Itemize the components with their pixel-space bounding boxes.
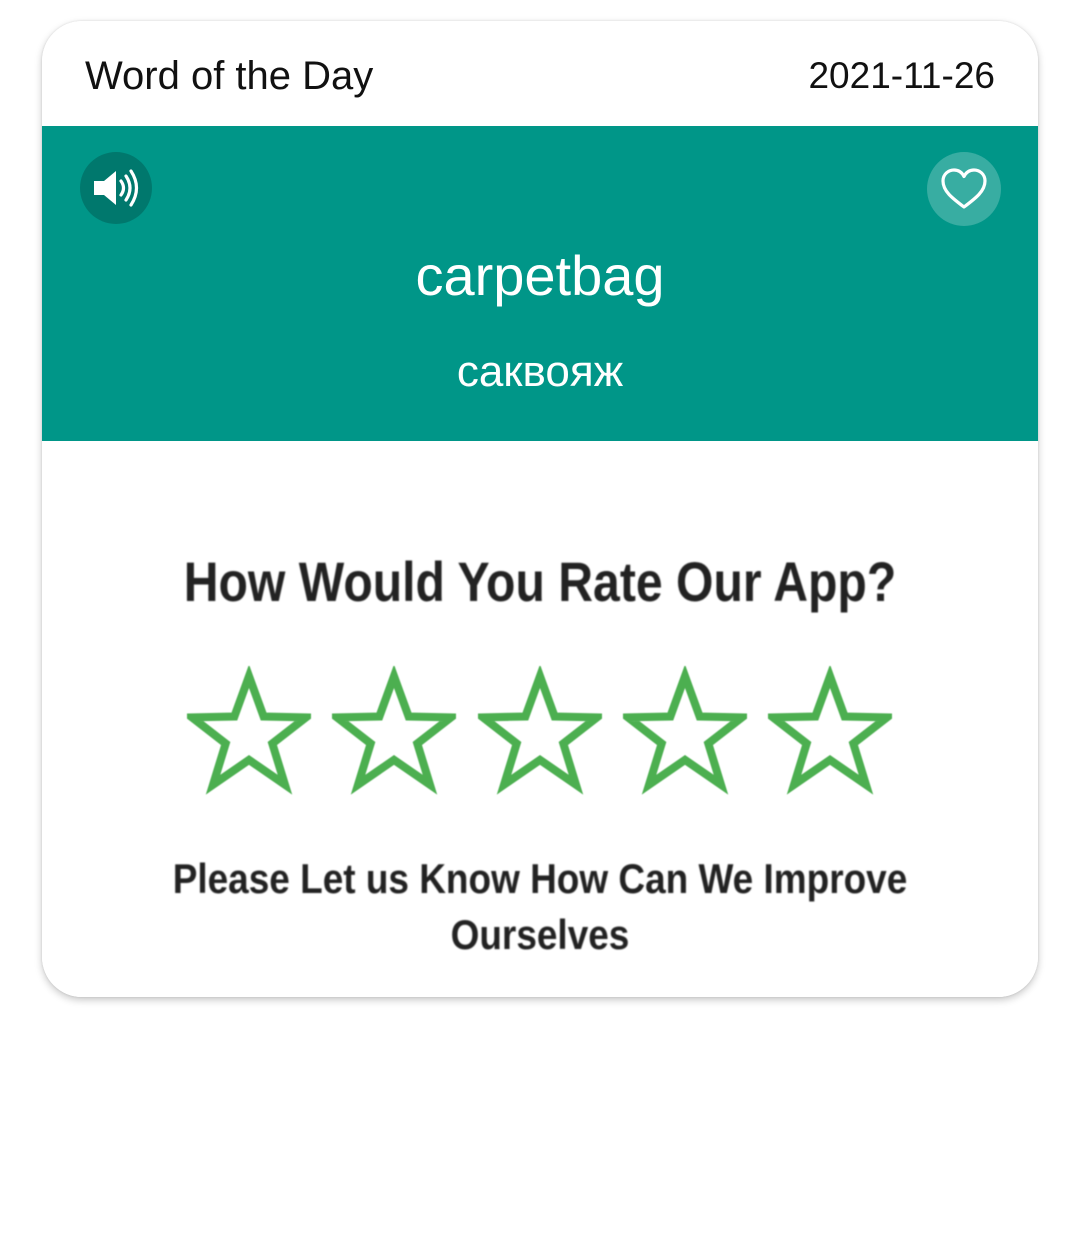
- word-panel: carpetbag саквояж: [42, 126, 1038, 441]
- star-icon-5[interactable]: [768, 666, 892, 798]
- heart-outline-icon: [941, 168, 987, 209]
- word-text: carpetbag: [415, 244, 665, 307]
- rate-app-banner[interactable]: How Would You Rate Our App? Please Let u…: [42, 441, 1038, 997]
- card-header: Word of the Day 2021-11-26: [42, 21, 1038, 126]
- play-sound-button[interactable]: [80, 152, 152, 224]
- star-icon-3[interactable]: [477, 666, 602, 798]
- rate-app-title: How Would You Rate Our App?: [183, 550, 897, 613]
- word-of-the-day-card: Word of the Day 2021-11-26 carpetbag сак…: [42, 21, 1038, 997]
- card-title: Word of the Day: [85, 54, 374, 98]
- favorite-button[interactable]: [927, 152, 1001, 226]
- speaker-icon: [94, 169, 139, 207]
- star-icon-2[interactable]: [332, 666, 457, 798]
- star-rating[interactable]: [187, 666, 892, 806]
- rate-app-subtitle: Please Let us Know How Can We Improve Ou…: [172, 855, 908, 958]
- translation-text: саквояж: [456, 347, 624, 396]
- star-icon-4[interactable]: [622, 666, 747, 798]
- star-icon-1[interactable]: [187, 666, 311, 798]
- card-date: 2021-11-26: [808, 55, 995, 96]
